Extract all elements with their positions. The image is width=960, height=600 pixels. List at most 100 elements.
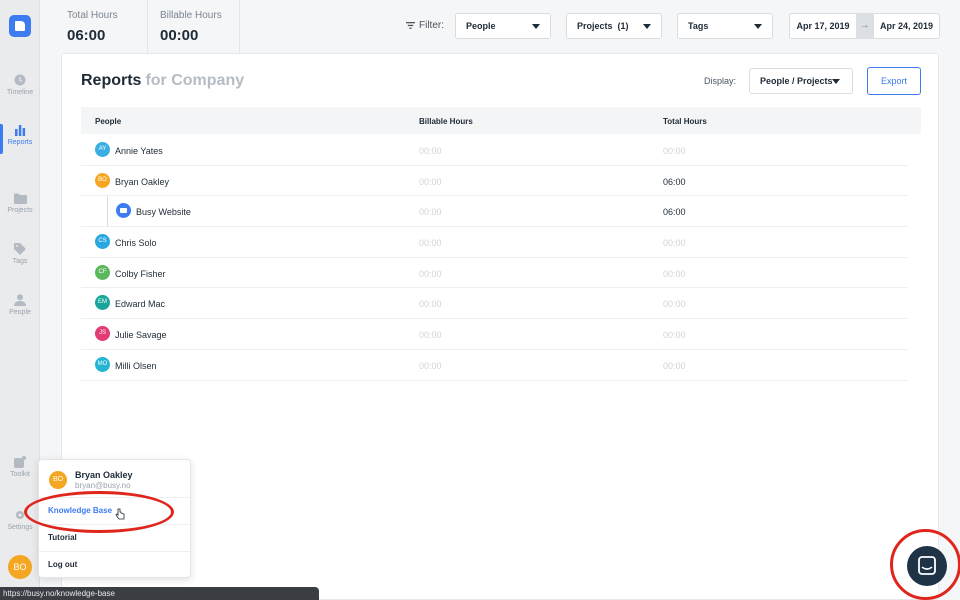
avatar: EM xyxy=(95,295,110,311)
people-filter-dropdown[interactable]: People xyxy=(455,13,551,39)
filter-icon xyxy=(406,21,415,29)
person-name: Julie Savage xyxy=(115,330,167,341)
table-row[interactable]: CF Colby Fisher 00:00 00:00 xyxy=(81,258,908,289)
page-title: Reports for Company xyxy=(81,72,245,89)
table-row[interactable]: MO Milli Olsen 00:00 00:00 xyxy=(81,350,908,381)
filter-label: Filter: xyxy=(406,20,444,31)
billable-hours-stat: Billable Hours 00:00 xyxy=(148,0,240,52)
sidebar-item-label: People xyxy=(9,309,31,316)
user-avatar[interactable]: BO xyxy=(8,555,32,579)
sidebar-item-toolkit[interactable]: Toolkit xyxy=(0,456,40,500)
column-header-people[interactable]: People xyxy=(95,117,121,126)
person-icon xyxy=(14,294,26,306)
report-table-body: AY Annie Yates 00:00 00:00 BO Bryan Oakl… xyxy=(81,135,908,381)
chevron-down-icon xyxy=(643,24,651,29)
sidebar-item-label: Projects xyxy=(7,207,33,214)
page-subtitle: for Company xyxy=(145,72,245,89)
person-name: Colby Fisher xyxy=(115,268,166,279)
total-hours-cell: 00:00 xyxy=(663,330,686,341)
column-header-total[interactable]: Total Hours xyxy=(663,117,707,126)
tree-guide-line xyxy=(107,196,108,227)
sidebar-item-tags[interactable]: Tags xyxy=(0,243,40,287)
column-header-billable[interactable]: Billable Hours xyxy=(419,117,473,126)
sidebar-item-label: Settings xyxy=(7,524,33,531)
total-hours-label: Total Hours xyxy=(67,10,118,21)
person-name: Milli Olsen xyxy=(115,360,157,371)
total-hours-cell: 00:00 xyxy=(663,268,686,279)
user-name: Bryan Oakley xyxy=(75,470,133,480)
billable-hours-cell: 00:00 xyxy=(419,146,442,156)
display-label: Display: xyxy=(704,76,737,86)
person-name: Chris Solo xyxy=(115,238,157,249)
billable-hours-cell: 00:00 xyxy=(419,360,442,371)
tag-icon xyxy=(14,243,26,255)
avatar: AY xyxy=(95,142,110,157)
billable-hours-cell: 00:00 xyxy=(419,299,442,310)
avatar: CS xyxy=(95,234,110,250)
sidebar-item-label: Timeline xyxy=(6,89,34,96)
billable-hours-cell: 00:00 xyxy=(419,207,442,218)
sidebar-item-label: Tags xyxy=(12,258,28,265)
folder-icon xyxy=(13,193,27,204)
chat-launcher-button[interactable] xyxy=(907,546,947,586)
avatar: CF xyxy=(95,264,110,280)
billable-hours-cell: 00:00 xyxy=(419,268,442,279)
browser-status-url: https://busy.no/knowledge-base xyxy=(0,587,319,600)
menu-item-log-out[interactable]: Log out xyxy=(39,551,192,578)
avatar: JS xyxy=(95,326,110,342)
chevron-down-icon xyxy=(754,24,762,29)
total-hours-cell: 00:00 xyxy=(663,146,686,156)
date-end[interactable]: Apr 24, 2019 xyxy=(873,13,940,39)
projects-filter-dropdown[interactable]: Projects (1) xyxy=(566,13,662,39)
sidebar-item-label: Reports xyxy=(7,139,33,146)
total-hours-cell: 00:00 xyxy=(663,360,686,371)
bar-chart-icon xyxy=(15,125,26,136)
sidebar-item-label: Toolkit xyxy=(10,471,30,478)
clock-icon xyxy=(14,74,26,86)
table-row[interactable]: EM Edward Mac 00:00 00:00 xyxy=(81,288,908,320)
date-range-arrow-icon: → xyxy=(856,13,873,39)
table-row[interactable]: CS Chris Solo 00:00 00:00 xyxy=(81,227,908,258)
date-start[interactable]: Apr 17, 2019 xyxy=(789,13,857,39)
total-hours-cell: 00:00 xyxy=(663,238,686,249)
folder-icon xyxy=(116,203,131,219)
sidebar-item-projects[interactable]: Projects xyxy=(0,193,40,237)
person-name: Edward Mac xyxy=(115,299,166,310)
total-hours-cell: 06:00 xyxy=(663,176,686,187)
chat-icon xyxy=(918,556,936,575)
person-name: Annie Yates xyxy=(115,146,163,156)
tags-filter-dropdown[interactable]: Tags xyxy=(677,13,773,39)
avatar: BO xyxy=(49,471,67,489)
total-hours-cell: 00:00 xyxy=(663,299,686,310)
table-row[interactable]: JS Julie Savage 00:00 00:00 xyxy=(81,319,908,350)
report-card: Reports for Company Display: People / Pro… xyxy=(61,53,939,600)
billable-hours-cell: 00:00 xyxy=(419,330,442,341)
total-hours-stat: Total Hours 06:00 xyxy=(40,0,148,52)
billable-hours-label: Billable Hours xyxy=(160,10,222,21)
total-hours-value: 06:00 xyxy=(67,27,106,44)
billable-hours-cell: 00:00 xyxy=(419,176,442,187)
export-button[interactable]: Export xyxy=(867,67,921,95)
sidebar-item-reports[interactable]: Reports xyxy=(0,124,40,168)
avatar: BO xyxy=(95,172,110,188)
person-name: Bryan Oakley xyxy=(115,176,170,187)
toolkit-icon xyxy=(14,456,26,468)
hand-cursor-icon xyxy=(115,508,125,520)
sidebar-item-timeline[interactable]: Timeline xyxy=(0,74,40,118)
user-email: bryan@busy.no xyxy=(75,481,131,490)
chevron-down-icon xyxy=(832,79,840,84)
billable-hours-cell: 00:00 xyxy=(419,238,442,249)
red-annotation-circle xyxy=(24,491,174,533)
billable-hours-value: 00:00 xyxy=(160,27,199,44)
app-logo[interactable] xyxy=(9,15,31,37)
display-dropdown[interactable]: People / Projects xyxy=(749,68,853,94)
total-hours-cell: 06:00 xyxy=(663,207,686,218)
avatar: MO xyxy=(95,356,110,372)
table-row-project[interactable]: Busy Website 00:00 06:00 xyxy=(81,196,908,228)
project-name: Busy Website xyxy=(136,207,191,218)
sidebar-item-people[interactable]: People xyxy=(0,294,40,338)
table-row[interactable]: AY Annie Yates 00:00 00:00 xyxy=(81,135,908,166)
table-header: People Billable Hours Total Hours xyxy=(81,107,921,134)
chevron-down-icon xyxy=(532,24,540,29)
table-row[interactable]: BO Bryan Oakley 00:00 06:00 xyxy=(81,166,908,197)
